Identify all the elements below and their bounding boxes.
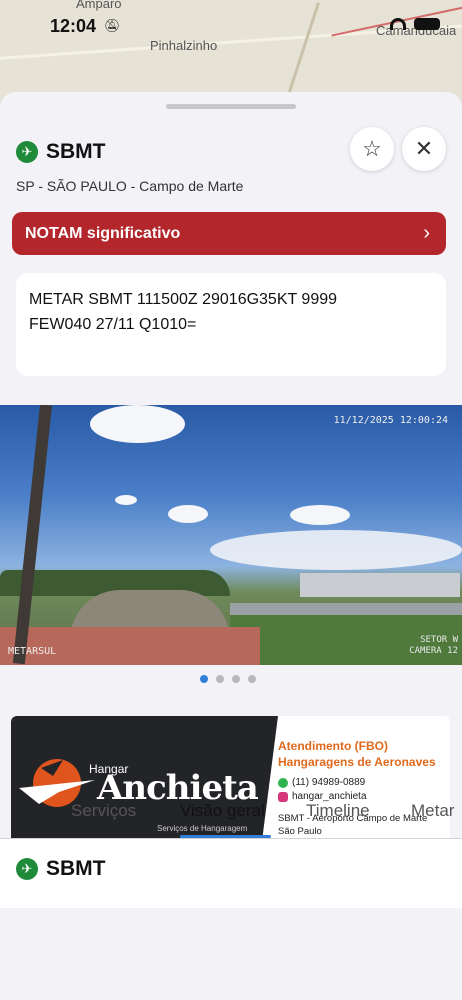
webcam-timestamp: 11/12/2025 12:00:24: [333, 415, 448, 426]
map-label: Amparo: [76, 0, 122, 11]
close-button[interactable]: ✕: [402, 127, 446, 171]
station-code: SBMT: [46, 857, 106, 880]
status-time: 12:04: [50, 16, 97, 36]
cloud: [210, 530, 462, 570]
tab-servicos[interactable]: Serviços: [71, 801, 136, 821]
banner-line: Hangaragens de Aeronaves: [278, 755, 436, 769]
whatsapp-icon: [278, 778, 288, 788]
status-indicators: [390, 18, 440, 30]
webcam-caption-right: SETOR W CAMERA 12: [409, 635, 458, 657]
metar-text-line: METAR SBMT 111500Z 29016G35KT 9999: [29, 291, 338, 308]
station-subtitle: SP - SÃO PAULO - Campo de Marte: [16, 178, 244, 194]
airplane-icon: ✈: [16, 858, 38, 880]
webcam-caption-line: CAMERA 12: [409, 646, 458, 656]
airplane-icon: ✈: [16, 141, 38, 163]
notam-banner[interactable]: NOTAM significativo ›: [12, 212, 446, 255]
star-outline-icon: ☆: [362, 136, 382, 161]
notam-label: NOTAM significativo: [25, 224, 181, 242]
tab-timeline[interactable]: Timeline: [306, 801, 370, 821]
lower-station-card: ✈ SBMT: [0, 839, 462, 908]
close-icon: ✕: [414, 136, 434, 161]
webcam-caption-left: METARSUL: [8, 646, 57, 657]
tab-metar[interactable]: Metar: [411, 801, 454, 821]
favorite-button[interactable]: ☆: [350, 127, 394, 171]
carousel-dot[interactable]: [216, 675, 224, 683]
tab-bar: Serviços Visão geral Timeline Metar: [0, 788, 462, 838]
metar-card: METAR SBMT 111500Z 29016G35KT 9999 FEW04…: [16, 273, 446, 376]
battery-icon: [414, 18, 440, 30]
lower-station-header: ✈ SBMT: [16, 857, 106, 881]
webcam-caption-line: SETOR W: [420, 635, 458, 645]
cloud: [90, 405, 185, 443]
webcam-image[interactable]: 11/12/2025 12:00:24 METARSUL SETOR W CAM…: [0, 405, 462, 665]
map-label: Pinhalzinho: [150, 38, 218, 53]
runway: [230, 603, 462, 615]
station-header: ✈ SBMT: [16, 140, 106, 164]
camera-pole: [12, 405, 52, 665]
cloud: [168, 505, 208, 523]
tab-visao-geral[interactable]: Visão geral: [180, 801, 265, 821]
carousel-dot[interactable]: [248, 675, 256, 683]
carousel-dot[interactable]: [232, 675, 240, 683]
banner-line: Atendimento (FBO): [278, 739, 388, 753]
chevron-right-icon: ›: [423, 222, 430, 244]
sheet-grabber[interactable]: [166, 104, 296, 109]
cloud: [290, 505, 350, 525]
carousel-dot[interactable]: [200, 675, 208, 683]
wifi-icon: [390, 18, 406, 30]
buildings: [300, 573, 460, 597]
cloud: [115, 495, 137, 505]
silent-bell-icon: 🔕︎: [104, 18, 121, 33]
metar-text-line: FEW040 27/11 Q1010=: [29, 316, 197, 333]
carousel-dots: [200, 675, 256, 683]
station-code: SBMT: [46, 140, 106, 163]
